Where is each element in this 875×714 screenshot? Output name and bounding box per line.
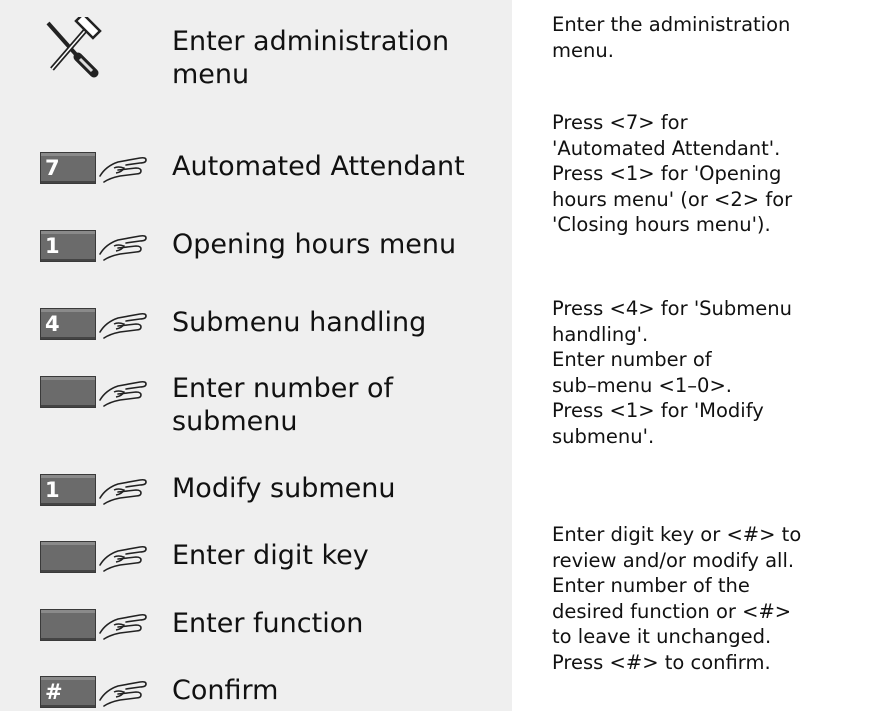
key-label: 1 (45, 478, 60, 502)
key-label: # (45, 680, 63, 704)
step-confirm: # Confirm (0, 674, 512, 714)
step-label: Confirm (172, 675, 279, 706)
step-label: Enter function (172, 608, 364, 639)
step-automated-attendant: 7 Automated Attendant (0, 150, 512, 190)
step-enter-submenu-number: Enter number of submenu (0, 372, 512, 448)
step-label: Automated Attendant (172, 151, 465, 182)
description-digit-function: Enter digit key or <#> to review and/or … (552, 523, 802, 674)
tools-icon (46, 17, 102, 78)
description-admin: Enter the administration menu. (552, 13, 791, 62)
step-label: Enter administration menu (172, 26, 450, 90)
key-blank (40, 541, 96, 573)
step-label: Enter number of submenu (172, 373, 394, 437)
step-label: Submenu handling (172, 307, 427, 338)
step-enter-admin: Enter administration menu (0, 17, 512, 97)
pointing-hand-icon (99, 380, 147, 407)
step-label: Opening hours menu (172, 229, 457, 260)
description-attendant: Press <7> for 'Automated Attendant'. Pre… (552, 111, 793, 236)
key-label: 1 (45, 234, 60, 258)
step-enter-digit-key: Enter digit key (0, 539, 512, 579)
key-blank (40, 609, 96, 641)
step-enter-function: Enter function (0, 607, 512, 647)
key-1: 1 (40, 474, 96, 506)
key-label: 4 (45, 312, 60, 336)
pointing-hand-icon (99, 545, 147, 572)
key-blank (40, 376, 96, 408)
pointing-hand-icon (99, 613, 147, 640)
pointing-hand-icon (99, 680, 147, 707)
key-1: 1 (40, 230, 96, 262)
description-submenu: Press <4> for 'Submenu handling'. Enter … (552, 297, 792, 448)
pointing-hand-icon (99, 312, 147, 339)
key-hash: # (40, 676, 96, 708)
step-modify-submenu: 1 Modify submenu (0, 472, 512, 512)
step-label: Enter digit key (172, 540, 369, 571)
steps-panel: Enter administration menu 7 Automated At… (0, 0, 512, 711)
key-4: 4 (40, 308, 96, 340)
pointing-hand-icon (99, 156, 147, 183)
pointing-hand-icon (99, 234, 147, 261)
step-opening-hours: 1 Opening hours menu (0, 228, 512, 268)
key-label: 7 (45, 156, 60, 180)
step-label: Modify submenu (172, 473, 396, 504)
step-submenu-handling: 4 Submenu handling (0, 306, 512, 346)
pointing-hand-icon (99, 478, 147, 505)
key-7: 7 (40, 152, 96, 184)
